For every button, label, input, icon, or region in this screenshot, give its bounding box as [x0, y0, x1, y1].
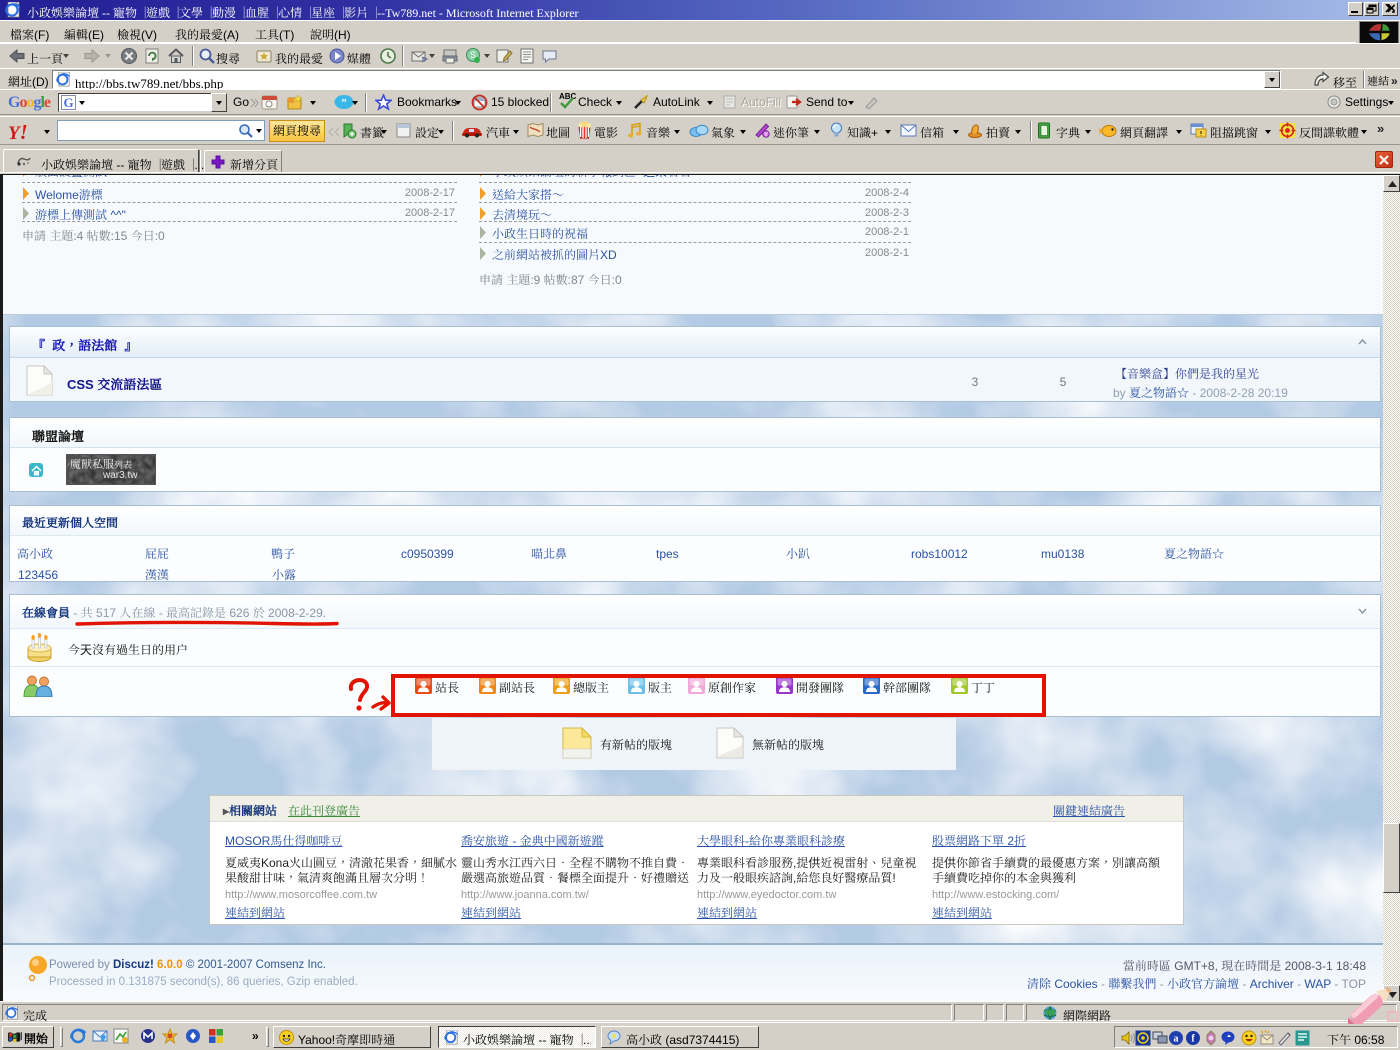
svg-text:Y: Y	[764, 130, 768, 138]
svg-text:”: ”	[341, 97, 347, 109]
svg-text:a: a	[1174, 1034, 1179, 1045]
